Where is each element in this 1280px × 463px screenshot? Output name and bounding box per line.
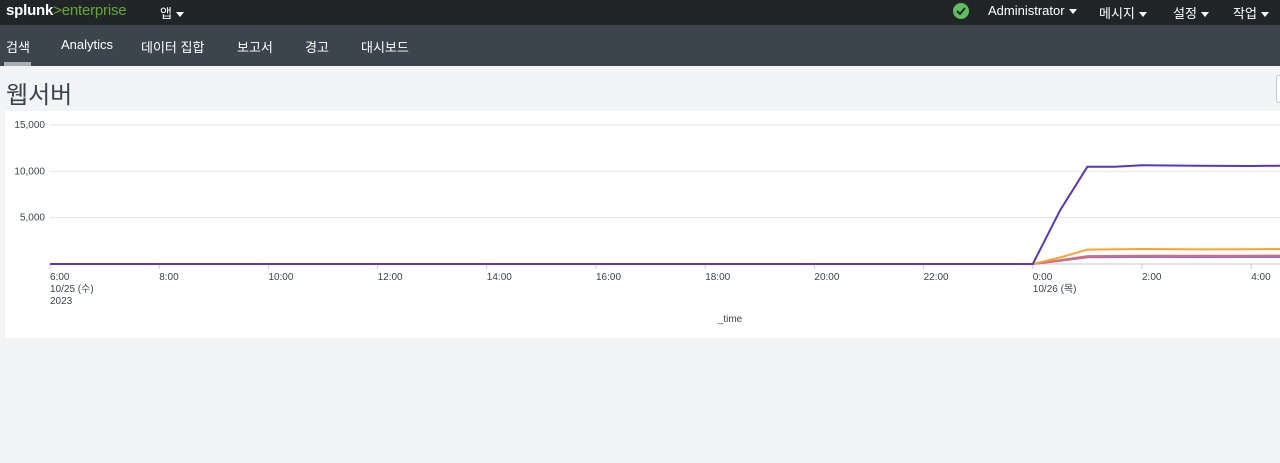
- series-line: [50, 255, 1280, 265]
- chevron-down-icon: [1200, 12, 1209, 18]
- x-tick-label: 18:00: [705, 272, 730, 283]
- nav-alerts[interactable]: 경고: [305, 37, 329, 56]
- nav-datasets[interactable]: 데이터 집합: [141, 37, 204, 56]
- splunk-logo[interactable]: splunk>enterprise: [6, 2, 127, 19]
- x-tick-label: 10:00: [268, 272, 293, 283]
- check-circle-icon[interactable]: [953, 3, 969, 19]
- x-axis-title: _time: [717, 314, 743, 325]
- messages-menu[interactable]: 메시지: [1099, 3, 1147, 22]
- settings-menu[interactable]: 설정: [1173, 3, 1209, 22]
- x-tick-label: 16:00: [596, 272, 621, 283]
- chart-panel: 5,000 10,000 15,000 6:00 10/25 (수) 2023 8:00 10…: [5, 111, 1280, 338]
- x-tick-label: 2:00: [1142, 272, 1162, 283]
- line-chart: 5,000 10,000 15,000 6:0010/25 (수)2023 8:00 10…: [14, 120, 1280, 325]
- y-tick-label: 15,000: [14, 120, 45, 131]
- x-tick-date: 10/26 (목): [1033, 283, 1077, 295]
- user-menu[interactable]: Administrator: [988, 3, 1077, 18]
- app-menu[interactable]: 앱: [160, 3, 184, 22]
- top-bar: splunk>enterprise 앱 Administrator 메시지 설정…: [0, 0, 1280, 25]
- nav-dashboards[interactable]: 대시보드: [361, 37, 409, 56]
- y-tick-label: 5,000: [20, 213, 45, 224]
- nav-analytics[interactable]: Analytics: [61, 37, 113, 52]
- x-tick-label: 8:00: [159, 272, 179, 283]
- x-tick-label: 22:00: [924, 272, 949, 283]
- nav-search[interactable]: 검색: [6, 37, 30, 56]
- x-tick-label: 20:00: [814, 272, 839, 283]
- x-tick-label: 12:00: [378, 272, 403, 283]
- x-tick-date: 10/25 (수): [50, 283, 94, 295]
- nav-reports[interactable]: 보고서: [237, 37, 273, 56]
- activity-menu[interactable]: 작업: [1233, 3, 1269, 22]
- y-tick-label: 10,000: [14, 166, 45, 177]
- page-title: 웹서버: [6, 81, 73, 109]
- chevron-down-icon: [175, 12, 184, 17]
- x-tick-year: 2023: [50, 296, 73, 307]
- x-tick-label: 6:00: [50, 272, 70, 283]
- chevron-down-icon: [1260, 12, 1269, 18]
- chevron-down-icon: [1138, 12, 1147, 18]
- app-nav-bar: 검색 Analytics 데이터 집합 보고서 경고 대시보드: [0, 25, 1280, 66]
- nav-active-indicator: [4, 62, 31, 66]
- x-tick-label: 4:00: [1251, 272, 1271, 283]
- edit-button[interactable]: [1276, 75, 1280, 103]
- series-line: [50, 254, 1280, 265]
- x-tick-label: 0:00: [1033, 272, 1053, 283]
- chevron-down-icon: [1068, 9, 1077, 15]
- x-tick-label: 14:00: [487, 272, 512, 283]
